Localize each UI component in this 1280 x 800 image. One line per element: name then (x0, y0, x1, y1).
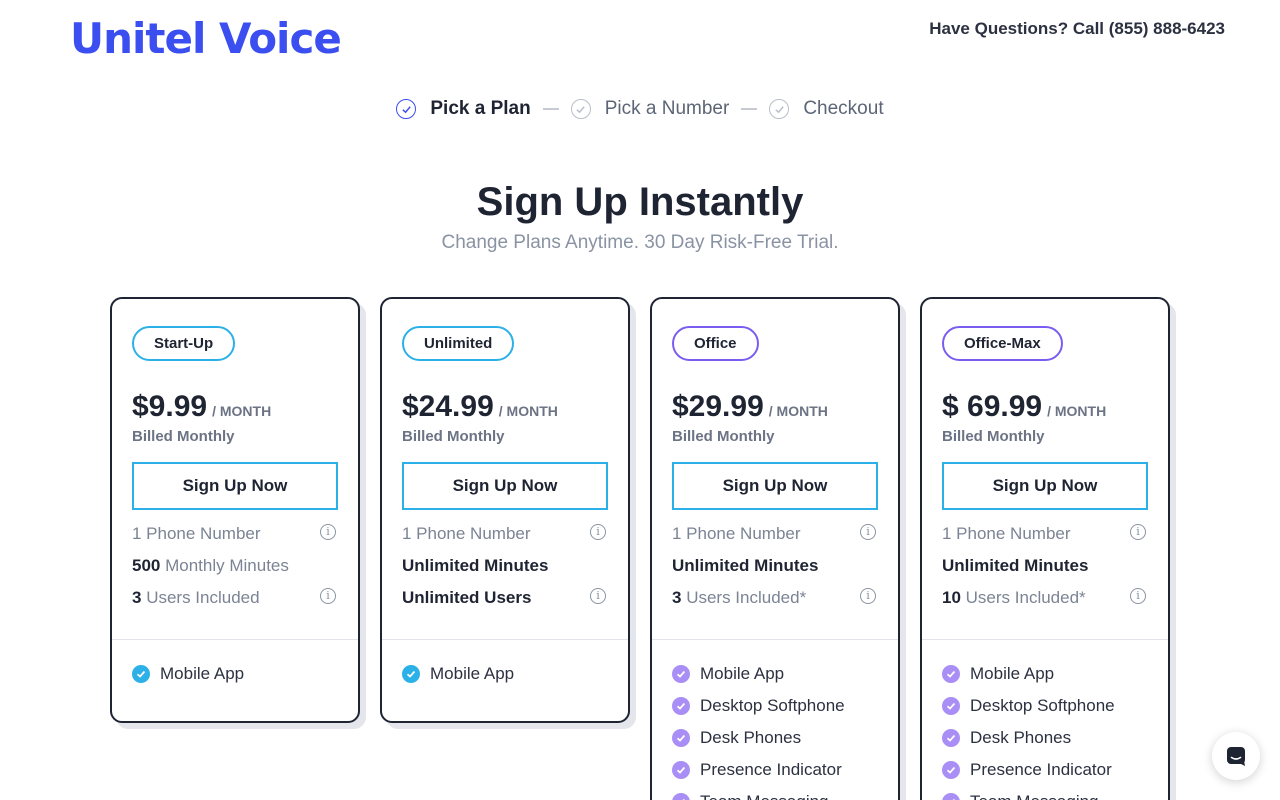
billing-cycle: Billed Monthly (132, 428, 235, 445)
list-item: Desktop Softphone (672, 696, 878, 715)
plan-price: $ 69.99 (942, 390, 1043, 423)
list-item: Presence Indicator (672, 760, 878, 779)
check-badge-icon (942, 729, 960, 747)
step-pick-number[interactable]: Pick a Number (570, 98, 730, 120)
feature-phone-numbers: 1 Phone Number i (402, 524, 608, 543)
check-badge-icon (672, 729, 690, 747)
extras-list: Mobile App Desktop Softphone Desk Phones… (652, 640, 898, 800)
plan-name-badge: Office-Max (942, 326, 1063, 361)
plan-name-badge: Unlimited (402, 326, 515, 361)
list-item: Team Messaging (672, 792, 878, 800)
feature-phone-numbers: 1 Phone Number i (672, 524, 878, 543)
info-icon[interactable]: i (860, 524, 876, 540)
price-period: / MONTH (498, 403, 558, 419)
info-icon[interactable]: i (320, 524, 336, 540)
check-badge-icon (672, 697, 690, 715)
list-item: Mobile App (672, 664, 878, 683)
info-icon[interactable]: i (590, 588, 606, 604)
list-item: Mobile App (402, 664, 608, 683)
list-item: Mobile App (132, 664, 338, 683)
info-icon[interactable]: i (1130, 524, 1146, 540)
check-badge-icon (942, 697, 960, 715)
step-label: Pick a Number (604, 98, 730, 119)
info-icon[interactable]: i (1130, 588, 1146, 604)
step-label: Checkout (803, 98, 884, 119)
list-item: Team Messaging (942, 792, 1148, 800)
info-icon[interactable]: i (320, 588, 336, 604)
plan-card-unlimited: Unlimited $24.99 / MONTH Billed Monthly … (380, 297, 630, 723)
step-divider (741, 108, 758, 110)
list-item: Desk Phones (942, 728, 1148, 747)
list-item: Desktop Softphone (942, 696, 1148, 715)
step-divider (542, 108, 559, 110)
check-badge-icon (132, 665, 150, 683)
feature-users: Unlimited Users i (402, 588, 608, 607)
info-icon[interactable]: i (590, 524, 606, 540)
feature-phone-numbers: 1 Phone Number i (942, 524, 1148, 543)
billing-cycle: Billed Monthly (672, 428, 775, 445)
extras-list: Mobile App (382, 640, 628, 683)
extras-list: Mobile App Desktop Softphone Desk Phones… (922, 640, 1168, 800)
extras-list: Mobile App (112, 640, 358, 683)
price-period: / MONTH (768, 403, 828, 419)
checkout-steps: Pick a Plan Pick a Number Checkout (0, 98, 1280, 120)
list-item: Desk Phones (672, 728, 878, 747)
plan-name-badge: Start-Up (132, 326, 236, 361)
info-icon[interactable]: i (860, 588, 876, 604)
plan-price: $29.99 (672, 390, 764, 423)
list-item: Presence Indicator (942, 760, 1148, 779)
check-badge-icon (672, 761, 690, 779)
plan-card-startup: Start-Up $9.99 / MONTH Billed Monthly Si… (110, 297, 360, 723)
check-badge-icon (942, 665, 960, 683)
step-pick-plan[interactable]: Pick a Plan (396, 98, 531, 120)
feature-minutes: Unlimited Minutes (942, 556, 1089, 575)
plan-price: $9.99 (132, 390, 208, 423)
list-item: Mobile App (942, 664, 1148, 683)
sign-up-button[interactable]: Sign Up Now (402, 462, 608, 510)
check-badge-icon (942, 761, 960, 779)
check-circle-icon (570, 99, 591, 119)
sign-up-button[interactable]: Sign Up Now (672, 462, 878, 510)
sign-up-button[interactable]: Sign Up Now (942, 462, 1148, 510)
billing-cycle: Billed Monthly (942, 428, 1045, 445)
feature-minutes: Unlimited Minutes (672, 556, 819, 575)
price-period: / MONTH (1047, 403, 1107, 419)
plan-name-badge: Office (672, 326, 759, 361)
check-badge-icon (672, 665, 690, 683)
step-label: Pick a Plan (430, 98, 531, 119)
feature-phone-numbers: 1 Phone Number i (132, 524, 338, 543)
page-subtitle: Change Plans Anytime. 30 Day Risk-Free T… (441, 232, 839, 253)
logo[interactable]: Unitel Voice (70, 14, 342, 63)
chat-icon (1227, 747, 1245, 766)
page-title: Sign Up Instantly (476, 180, 804, 224)
plan-card-office: Office $29.99 / MONTH Billed Monthly Sig… (650, 297, 900, 800)
feature-minutes: 500 Monthly Minutes (132, 556, 289, 575)
plan-price: $24.99 (402, 390, 494, 423)
billing-cycle: Billed Monthly (402, 428, 505, 445)
feature-users: 3 Users Included* i (672, 588, 878, 607)
check-badge-icon (402, 665, 420, 683)
feature-users: 10 Users Included* i (942, 588, 1148, 607)
check-circle-icon (769, 99, 790, 119)
feature-users: 3 Users Included i (132, 588, 338, 607)
chat-launcher-button[interactable] (1212, 732, 1260, 780)
price-period: / MONTH (212, 403, 272, 419)
feature-minutes: Unlimited Minutes (402, 556, 549, 575)
step-checkout[interactable]: Checkout (769, 98, 884, 120)
check-circle-icon (396, 99, 417, 119)
phone-contact: Have Questions? Call (855) 888-6423 (929, 19, 1225, 38)
check-badge-icon (672, 793, 690, 800)
plan-card-office-max: Office-Max $ 69.99 / MONTH Billed Monthl… (920, 297, 1170, 800)
check-badge-icon (942, 793, 960, 800)
sign-up-button[interactable]: Sign Up Now (132, 462, 338, 510)
